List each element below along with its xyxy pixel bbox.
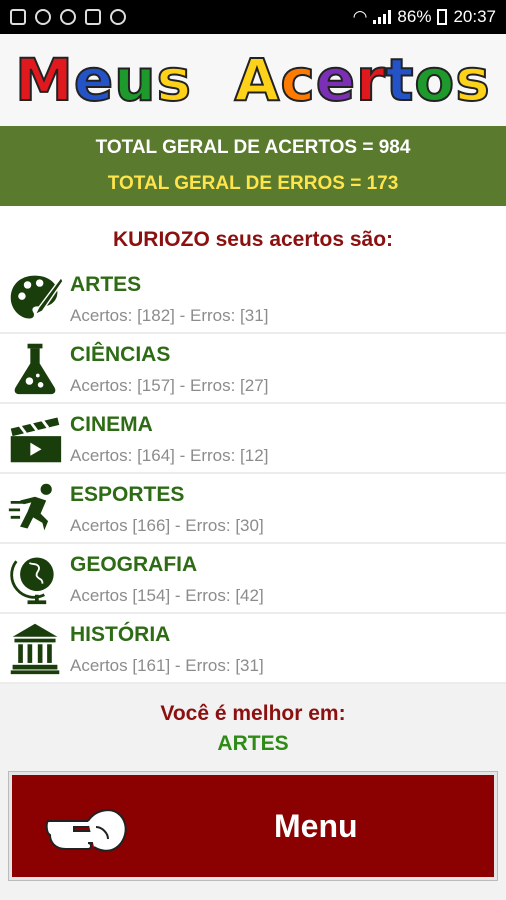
banner-letter: s [454,45,491,115]
category-stats: Acertos [154] - Erros: [42] [70,585,264,605]
category-text: CIÊNCIAS Acertos: [157] - Erros: [27] [70,341,268,396]
total-hits: TOTAL GERAL DE ACERTOS = 984 [95,137,411,158]
category-text: ARTES Acertos: [182] - Erros: [31] [70,271,268,326]
system-indicators: ◠ 86% 20:37 [353,7,496,27]
total-errors: TOTAL GERAL DE ERROS = 173 [107,173,399,194]
flask-icon [0,333,70,403]
category-text: CINEMA Acertos: [164] - Erros: [12] [70,411,268,466]
battery-icon [437,9,448,25]
sync-notification-icon [60,9,76,25]
banner-letter: r [355,45,386,115]
category-text: ESPORTES Acertos [166] - Erros: [30] [70,481,264,536]
app-notification-icon [35,9,51,25]
category-name: CIÊNCIAS [70,342,171,366]
totals-panel: TOTAL GERAL DE ACERTOS = 984 TOTAL GERAL… [0,126,506,206]
category-row-ciencias[interactable]: CIÊNCIAS Acertos: [157] - Erros: [27] [0,334,506,404]
transfer-notification-icon [110,9,126,25]
category-row-esportes[interactable]: ESPORTES Acertos [166] - Erros: [30] [0,474,506,544]
banner-letter: e [315,45,357,115]
greeting-text: KURIOZO seus acertos são: [112,228,394,251]
instagram-notification-icon [85,9,101,25]
category-name: GEOGRAFIA [70,552,198,576]
banner-word-meus: Meus [14,45,193,115]
category-text: HISTÓRIA Acertos [161] - Erros: [31] [70,621,264,676]
banner-letter: u [113,45,157,115]
banner-letter: A [233,45,281,115]
best-category-label: Você é melhor em: [160,702,346,725]
menu-button[interactable]: Menu [9,772,497,880]
clapperboard-icon [0,403,70,473]
best-category-value: ARTES [217,732,289,755]
category-stats: Acertos [161] - Erros: [31] [70,655,264,675]
notification-icons [10,9,126,25]
battery-percent: 86% [397,7,432,26]
banner-letter: e [73,45,115,115]
banner-word-acertos: Acertos [233,45,491,115]
palette-icon [0,263,70,333]
category-name: HISTÓRIA [70,622,171,646]
gallery-notification-icon [10,9,26,25]
banner-letter: t [385,45,415,115]
category-stats: Acertos: [164] - Erros: [12] [70,445,269,465]
runner-icon [0,473,70,543]
clock: 20:37 [453,7,496,26]
app-banner: Meus Acertos [0,34,506,126]
pointing-hand-icon [45,809,127,852]
category-text: GEOGRAFIA Acertos [154] - Erros: [42] [70,551,264,606]
category-stats: Acertos: [157] - Erros: [27] [70,375,269,395]
category-name: ESPORTES [70,482,185,506]
category-row-geografia[interactable]: GEOGRAFIA Acertos [154] - Erros: [42] [0,544,506,614]
category-row-cinema[interactable]: CINEMA Acertos: [164] - Erros: [12] [0,404,506,474]
category-stats: Acertos [166] - Erros: [30] [70,515,264,535]
banner-letter: M [14,45,74,115]
status-bar: ◠ 86% 20:37 [0,0,506,34]
wifi-icon: ◠ [352,7,368,26]
banner-letter: o [413,45,456,115]
signal-icon [373,10,392,24]
category-name: ARTES [70,272,142,296]
globe-icon [0,543,70,613]
banner-title: Meus Acertos [14,45,491,115]
banner-letter: c [279,45,316,115]
menu-wrapper: Menu [0,772,506,880]
museum-icon [0,613,70,683]
best-category-panel: Você é melhor em: ARTES [0,684,506,772]
category-row-historia[interactable]: HISTÓRIA Acertos [161] - Erros: [31] [0,614,506,684]
menu-label: Menu [274,807,358,844]
banner-letter: s [156,45,193,115]
category-row-artes[interactable]: ARTES Acertos: [182] - Erros: [31] [0,264,506,334]
category-list: KURIOZO seus acertos são: ARTES Acertos:… [0,206,506,684]
category-stats: Acertos: [182] - Erros: [31] [70,305,269,325]
category-name: CINEMA [70,412,153,436]
